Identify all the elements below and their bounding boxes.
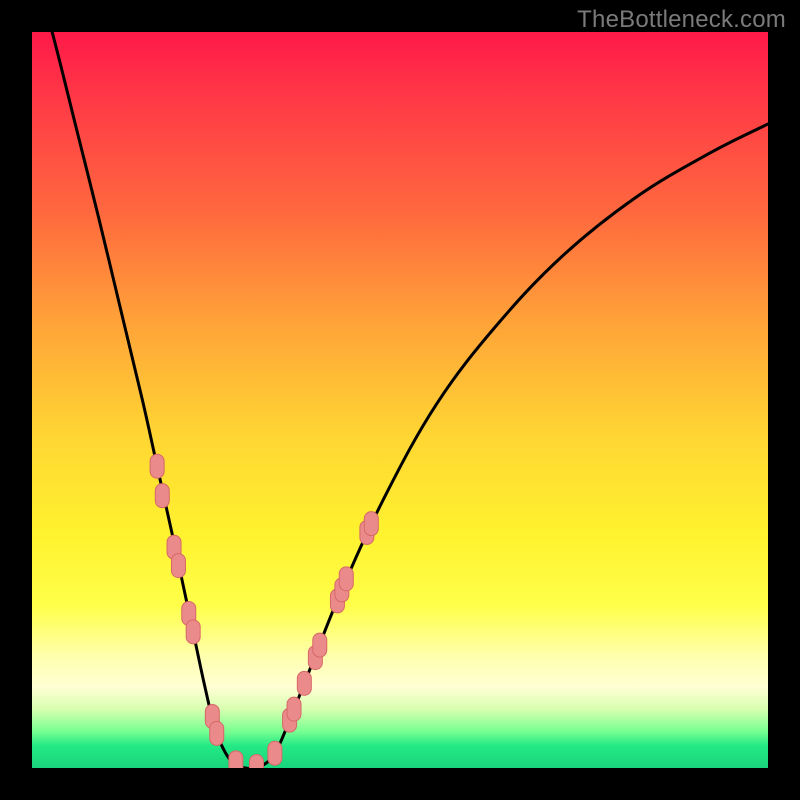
curve-marker	[249, 755, 263, 768]
curve-marker	[364, 512, 378, 536]
curve-marker	[339, 567, 353, 591]
curve-layer	[32, 32, 768, 768]
curve-marker	[229, 751, 243, 768]
curve-marker	[171, 554, 185, 578]
outer-frame: TheBottleneck.com	[0, 0, 800, 800]
curve-marker	[150, 454, 164, 478]
curve-marker	[313, 633, 327, 657]
curve-marker	[186, 620, 200, 644]
curve-marker	[287, 697, 301, 721]
curve-marker	[210, 721, 224, 745]
bottleneck-curve	[32, 32, 768, 768]
watermark-text: TheBottleneck.com	[577, 6, 786, 34]
curve-marker	[155, 484, 169, 508]
plot-area	[32, 32, 768, 768]
curve-marker	[297, 671, 311, 695]
curve-marker	[268, 741, 282, 765]
